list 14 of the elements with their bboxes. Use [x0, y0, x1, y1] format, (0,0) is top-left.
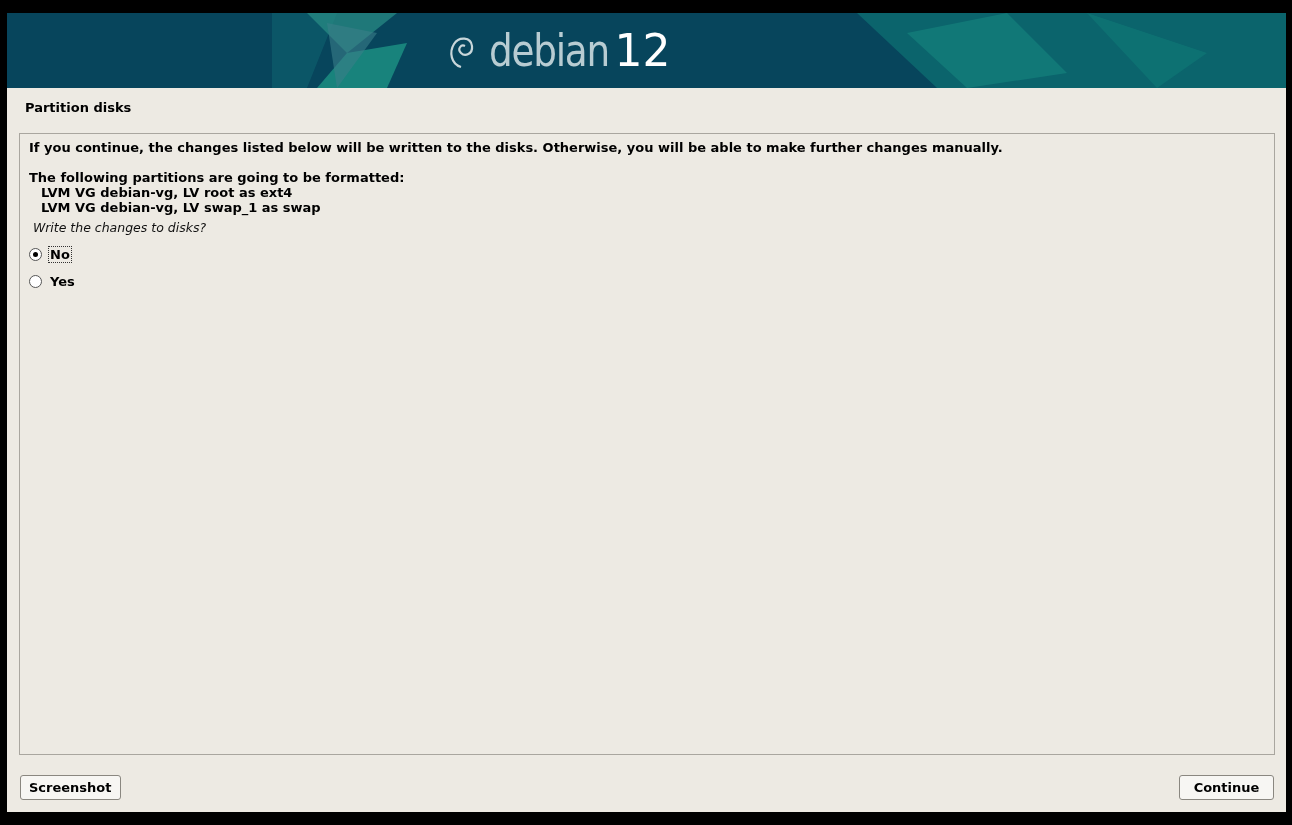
page-title: Partition disks	[24, 99, 133, 117]
continue-button[interactable]: Continue	[1179, 775, 1274, 800]
partitions-heading: The following partitions are going to be formatted:	[29, 170, 406, 185]
version-number: 12	[614, 25, 671, 76]
option-label[interactable]: Yes	[48, 273, 77, 290]
logo-text: debian	[489, 25, 610, 76]
partition-item: LVM VG debian-vg, LV swap_1 as swap	[40, 200, 322, 215]
screenshot-button[interactable]: Screenshot	[20, 775, 121, 800]
partition-item: LVM VG debian-vg, LV root as ext4	[40, 185, 294, 200]
intro-text: If you continue, the changes listed below will be written to the disks. Otherwise, you will be able to make further changes manually.	[29, 140, 1004, 155]
radio-button[interactable]	[29, 248, 42, 261]
question-text: Write the changes to disks?	[32, 219, 208, 235]
option-label[interactable]: No	[48, 246, 72, 263]
radio-button[interactable]	[29, 275, 42, 288]
